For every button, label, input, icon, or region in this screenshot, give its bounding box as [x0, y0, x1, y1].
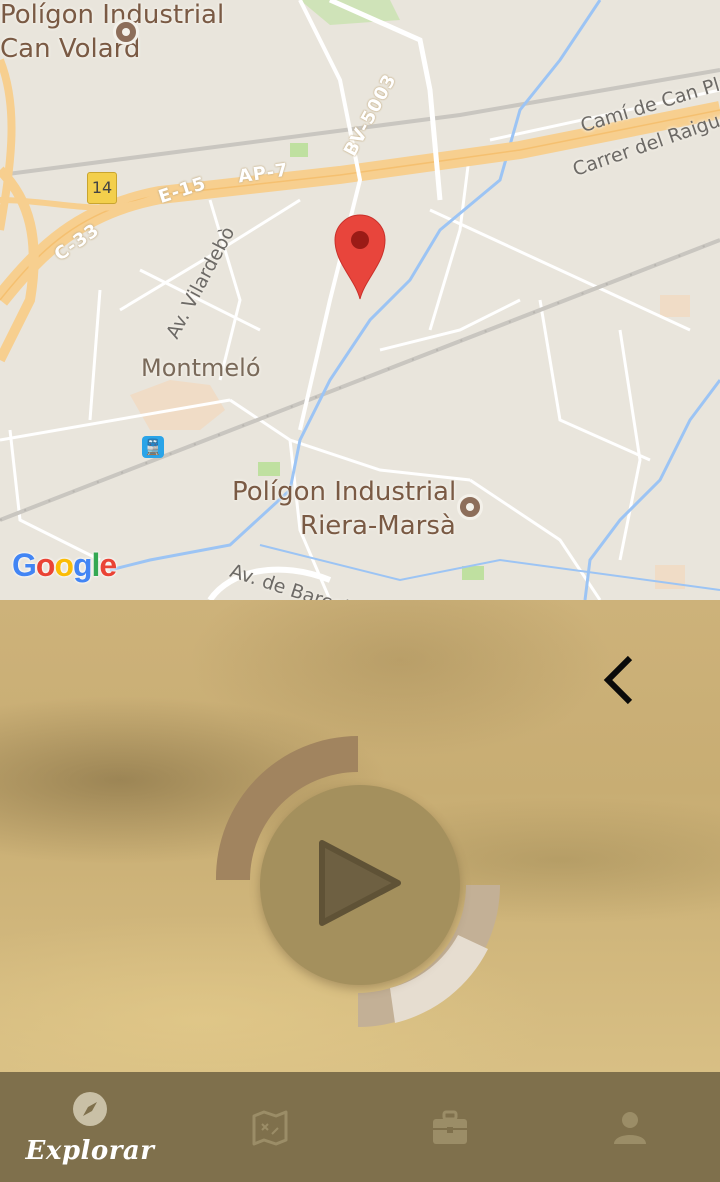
- poi-label-line1: Polígon Industrial: [232, 477, 457, 507]
- poi-marker-icon[interactable]: [457, 494, 483, 520]
- poi-marker-icon[interactable]: [113, 19, 139, 45]
- poi-label-line2: Riera-Marsà: [300, 511, 456, 541]
- tab-label: Explorar: [25, 1136, 155, 1166]
- bottom-tab-bar: Explorar: [0, 1072, 720, 1182]
- compass-icon: [73, 1092, 107, 1126]
- poi-label-line1: Polígon Industrial: [0, 0, 225, 30]
- train-station-icon: 🚆: [142, 436, 164, 458]
- tab-map[interactable]: [180, 1072, 360, 1182]
- user-icon: [614, 1112, 646, 1144]
- back-button[interactable]: [596, 652, 640, 708]
- map-icon: [252, 1110, 288, 1146]
- town-label: Montmeló: [141, 354, 261, 382]
- briefcase-icon: [433, 1110, 467, 1144]
- location-pin-icon[interactable]: [333, 213, 387, 301]
- tab-inventory[interactable]: [360, 1072, 540, 1182]
- google-logo: Google: [12, 547, 117, 583]
- map-view[interactable]: Polígon Industrial Can Volard Polígon In…: [0, 0, 720, 600]
- play-button[interactable]: [260, 785, 460, 985]
- tab-profile[interactable]: [540, 1072, 720, 1182]
- road-shield-icon: 14: [87, 172, 117, 204]
- tab-explorar[interactable]: Explorar: [0, 1072, 180, 1182]
- play-icon: [319, 840, 401, 926]
- chevron-left-icon: [603, 655, 633, 705]
